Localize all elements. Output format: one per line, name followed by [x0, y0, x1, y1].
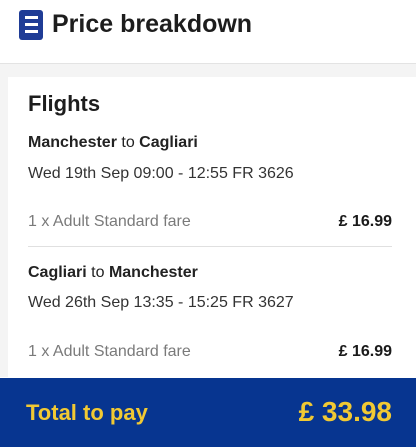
- flight-route-outbound: Manchester to Cagliari: [28, 133, 198, 153]
- total-value: £ 33.98: [298, 396, 392, 427]
- flight-datetime-outbound: Wed 19th Sep 09:00 - 12:55 FR 3626: [28, 165, 294, 182]
- route-destination: Manchester: [108, 264, 198, 281]
- flight-route-return: Cagliari to Manchester: [28, 263, 198, 283]
- flight-datetime-return: Wed 26th Sep 13:35 - 15:25 FR 3627: [28, 294, 294, 311]
- price-breakdown-header: Price breakdown: [0, 0, 416, 64]
- route-connector: to: [91, 264, 105, 281]
- route-connector: to: [121, 134, 135, 151]
- receipt-list-icon: [19, 10, 43, 40]
- fare-price-outbound: £ 16.99: [338, 213, 392, 230]
- total-bar: Total to pay £ 33.98: [0, 378, 416, 447]
- total-label: Total to pay: [26, 400, 148, 425]
- fare-price-return: £ 16.99: [338, 343, 392, 360]
- route-origin: Manchester: [28, 134, 117, 151]
- fare-label-outbound: 1 x Adult Standard fare: [28, 213, 191, 230]
- flight-divider: [28, 246, 392, 247]
- breakdown-panel: Flights Manchester to Cagliari Wed 19th …: [0, 64, 416, 377]
- route-origin: Cagliari: [28, 264, 87, 281]
- flights-card: Flights Manchester to Cagliari Wed 19th …: [8, 77, 416, 377]
- route-destination: Cagliari: [139, 134, 198, 151]
- fare-label-return: 1 x Adult Standard fare: [28, 343, 191, 360]
- page-title: Price breakdown: [52, 10, 253, 38]
- section-title-flights: Flights: [28, 91, 101, 116]
